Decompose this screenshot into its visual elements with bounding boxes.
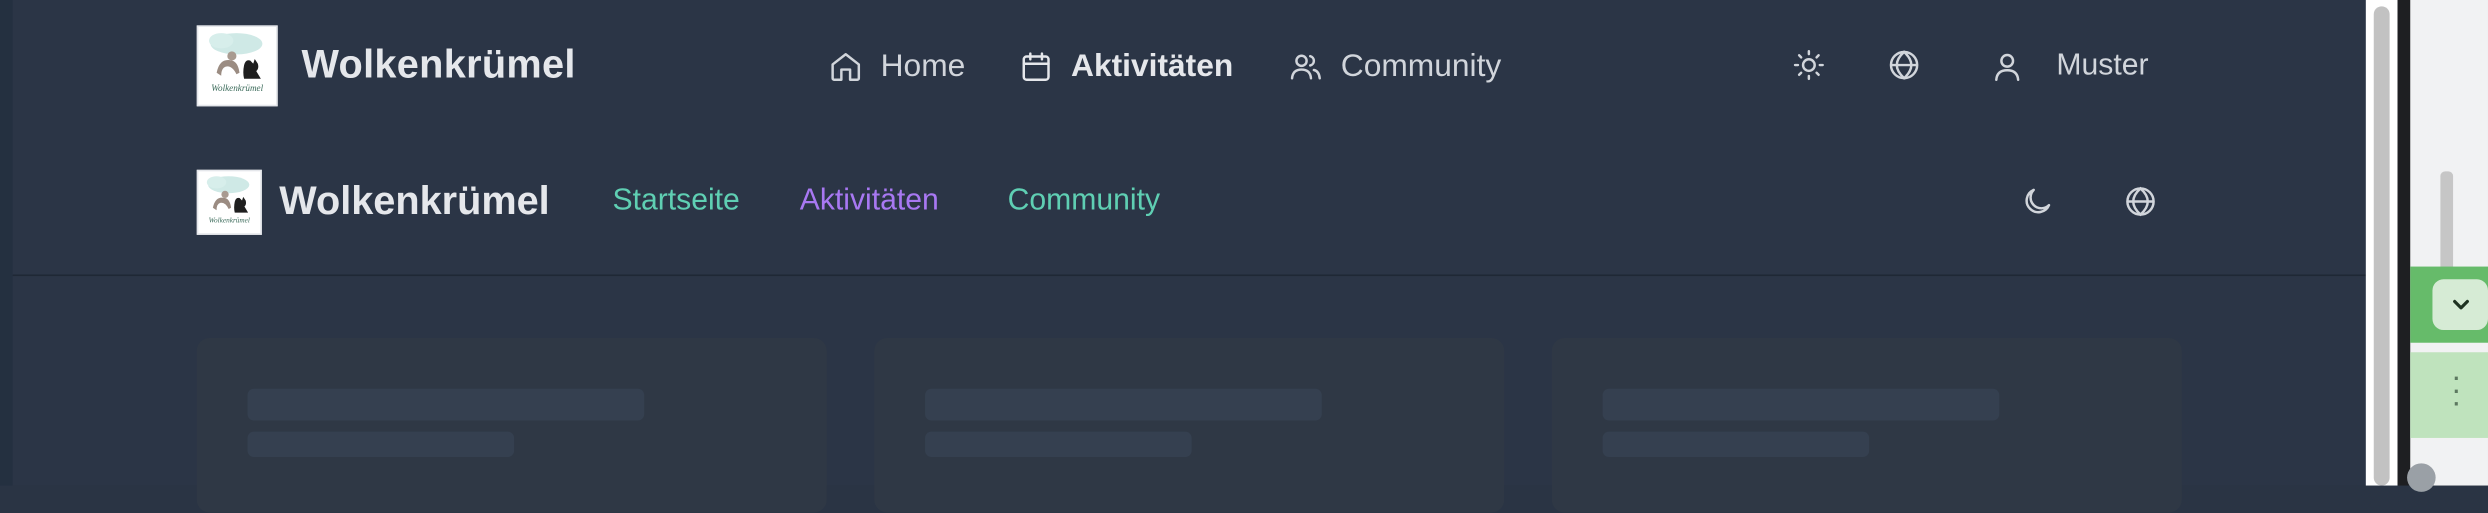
globe-icon (2123, 184, 2158, 219)
user-icon (1990, 49, 2025, 84)
skeleton-title (925, 388, 1322, 421)
calendar-icon (1019, 49, 1054, 84)
side-panel-avatar[interactable] (2407, 463, 2436, 492)
language-button[interactable] (1883, 44, 1924, 85)
nav-community[interactable]: Community (1288, 44, 1501, 88)
nav-aktivitaeten[interactable]: Aktivitäten (1019, 44, 1234, 88)
brand-name-secondary[interactable]: Wolkenkrümel (279, 179, 549, 225)
site-logo-secondary[interactable]: Wolkenkrümel (196, 169, 262, 235)
skeleton-subtitle (925, 431, 1192, 457)
skeleton-subtitle (1602, 431, 1870, 457)
side-panel-expand-button[interactable] (2432, 279, 2488, 331)
skeleton-title (247, 388, 645, 421)
nav-aktivitaeten-secondary[interactable]: Aktivitäten (800, 184, 939, 219)
nav-community-label: Community (1340, 48, 1502, 84)
nav-home-label: Home (880, 48, 966, 84)
logo-text: Wolkenkrümel (211, 83, 263, 93)
home-icon (828, 49, 863, 84)
skeleton-subtitle (247, 431, 515, 457)
window-left-edge (0, 0, 13, 486)
nav-startseite[interactable]: Startseite (612, 184, 739, 219)
activity-card-skeleton (196, 337, 827, 513)
skeleton-title (1602, 388, 2000, 421)
theme-toggle-button[interactable] (1788, 44, 1829, 85)
language-button-secondary[interactable] (2120, 181, 2161, 222)
brand-name[interactable]: Wolkenkrümel (301, 43, 575, 89)
moon-icon (2020, 184, 2055, 219)
scrollbar-thumb[interactable] (2373, 6, 2390, 486)
nav-community-secondary[interactable]: Community (1008, 184, 1160, 219)
user-name: Muster (2056, 49, 2149, 83)
nav-aktivitaeten-label: Aktivitäten (1071, 48, 1234, 84)
users-icon (1288, 49, 1323, 84)
logo-text-secondary: Wolkenkrümel (209, 216, 250, 224)
dark-mode-toggle-button[interactable] (2017, 181, 2058, 222)
activity-card-skeleton (874, 337, 1505, 513)
chevron-down-icon (2448, 292, 2473, 317)
sun-icon (1791, 48, 1826, 83)
user-menu[interactable]: Muster (1990, 44, 2149, 88)
header-divider (12, 274, 2366, 277)
more-options-icon[interactable]: · · · (2444, 362, 2469, 419)
site-logo[interactable]: Wolkenkrümel (196, 25, 278, 107)
activity-card-skeleton (1551, 337, 2182, 513)
nav-home[interactable]: Home (828, 44, 965, 88)
globe-icon (1887, 48, 1922, 83)
